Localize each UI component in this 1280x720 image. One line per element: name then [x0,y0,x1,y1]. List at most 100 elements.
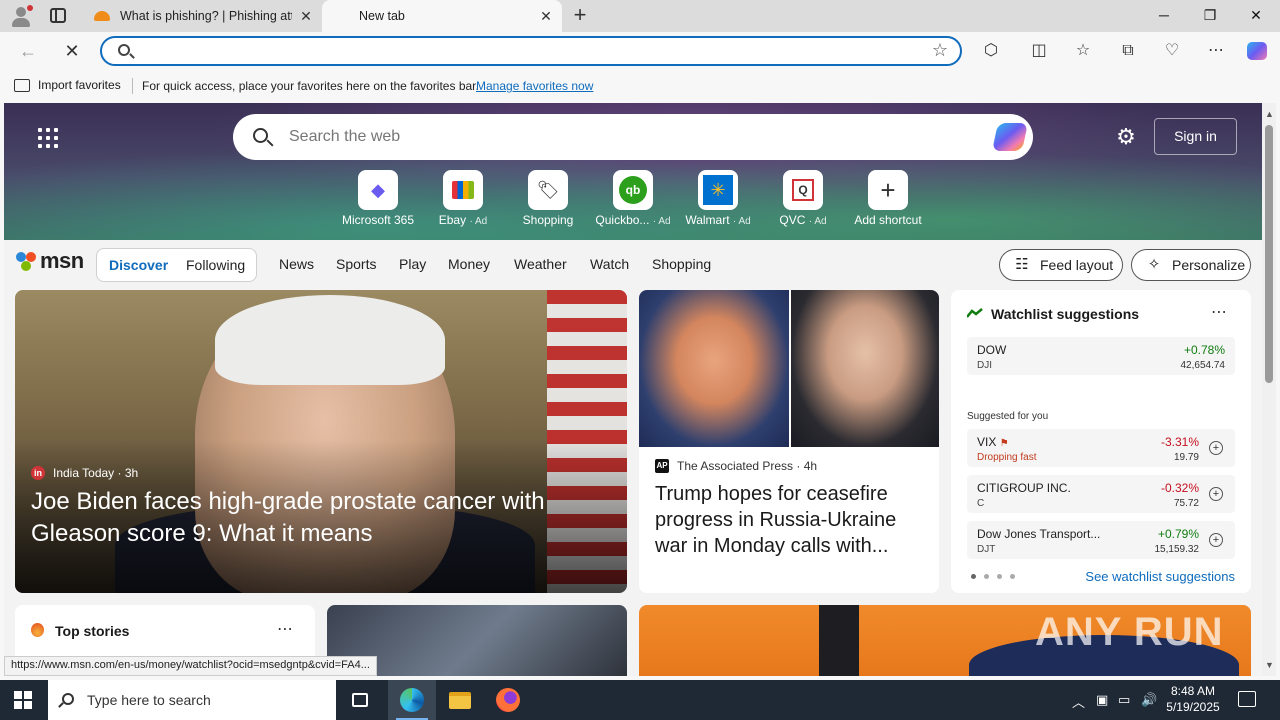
collections-icon[interactable]: ⧉ [1115,39,1141,63]
more-options-icon[interactable]: ⋯ [1211,302,1227,322]
close-window-button[interactable]: ✕ [1233,0,1279,32]
add-to-watchlist-icon[interactable]: + [1209,533,1223,547]
personalize-button[interactable]: ✧ Personalize [1131,249,1251,281]
copilot-icon[interactable] [1244,39,1270,63]
nav-shopping[interactable]: Shopping [652,256,711,272]
favorites-icon[interactable]: ☆ [1070,39,1096,63]
device-icon[interactable]: ▣ [1096,692,1108,708]
fire-flag-icon: ⚑ [999,438,1009,449]
settings-more-icon[interactable]: ⋯ [1203,39,1229,63]
stock-symbol: C [977,498,985,509]
stock-price: 75.72 [1173,498,1199,509]
shortcut-walmart[interactable]: ✳ Walmart · Ad [675,170,761,227]
feed-layout-button[interactable]: ☷ Feed layout [999,249,1123,281]
import-favorites-button[interactable]: Import favorites [14,78,121,92]
stock-name: CITIGROUP INC. [977,481,1071,495]
qvc-icon: Q [783,170,823,210]
msn-butterfly-icon [16,250,38,272]
shortcut-shopping[interactable]: 🏷 Shopping [505,170,591,227]
firefox-icon[interactable] [484,680,532,720]
profile-icon[interactable] [10,5,33,27]
manage-favorites-link[interactable]: Manage favorites now [476,79,593,93]
source-name: India Today [53,466,115,480]
stock-row-citigroup[interactable]: CITIGROUP INC. C -0.32% 75.72 + [967,475,1235,513]
app-launcher-icon[interactable] [38,128,58,148]
scroll-up-arrow-icon[interactable]: ▲ [1265,109,1274,119]
browser-essentials-icon[interactable]: ♡ [1159,39,1185,63]
back-button[interactable]: ← [14,38,42,64]
top-news-card[interactable]: in India Today · 3h Joe Biden faces high… [15,290,627,593]
nav-news[interactable]: News [279,256,314,272]
tab-phishing[interactable]: What is phishing? | Phishing attacks ✕ [84,0,322,32]
shortcut-microsoft-365[interactable]: ◆ Microsoft 365 [335,170,421,227]
new-tab-page: ⚙ Sign in ◆ Microsoft 365 Ebay · Ad 🏷 Sh… [4,103,1262,676]
notifications-icon[interactable] [1238,691,1256,707]
ap-logo-icon: AP [655,459,669,473]
extensions-icon[interactable]: ⬡ [978,39,1004,63]
more-options-icon[interactable]: ⋯ [277,619,293,639]
tab-following[interactable]: Following [186,257,245,273]
shortcut-qvc[interactable]: Q QVC · Ad [760,170,846,227]
nav-money[interactable]: Money [448,256,490,272]
copilot-icon[interactable] [992,123,1028,151]
taskbar-search-box[interactable]: Type here to search [48,680,336,720]
close-tab-icon[interactable]: ✕ [538,8,554,24]
task-view-icon[interactable] [336,680,384,720]
nav-watch[interactable]: Watch [590,256,629,272]
sliders-icon: ☷ [1015,256,1029,273]
volume-icon[interactable]: 🔊 [1141,692,1157,708]
web-search-box[interactable] [233,114,1033,160]
shoe-photo-leg [819,605,859,676]
file-explorer-icon[interactable] [436,680,484,720]
add-to-watchlist-icon[interactable]: + [1209,487,1223,501]
split-screen-icon[interactable]: ◫ [1026,39,1052,63]
article-headline[interactable]: Joe Biden faces high-grade prostate canc… [31,486,591,550]
windows-start-icon[interactable] [14,691,32,709]
restore-button[interactable]: ❐ [1187,0,1233,32]
stock-price: 19.79 [1173,452,1199,463]
nav-weather[interactable]: Weather [514,256,567,272]
shortcut-label: Quickbo... [595,213,650,227]
stock-row-djt[interactable]: Dow Jones Transport... DJT +0.79% 15,159… [967,521,1235,559]
walmart-icon: ✳ [698,170,738,210]
search-icon [62,693,74,705]
news-card-trump[interactable]: AP The Associated Press · 4h Trump hopes… [639,290,939,593]
network-icon[interactable]: ▭ [1118,692,1130,708]
close-tab-icon[interactable]: ✕ [298,8,314,24]
nav-play[interactable]: Play [399,256,426,272]
page-scrollbar[interactable]: ▲ ▼ [1262,103,1276,676]
taskbar-clock[interactable]: 8:48 AM 5/19/2025 [1158,683,1228,715]
shortcut-add[interactable]: + Add shortcut [845,170,931,227]
scroll-thumb[interactable] [1265,125,1273,383]
page-settings-gear-icon[interactable]: ⚙ [1114,125,1138,149]
address-bar[interactable]: ☆ [100,36,962,66]
tab-actions-icon[interactable] [50,8,66,23]
msn-logo[interactable]: msn [16,248,84,274]
stock-change: +0.79% [1157,527,1199,541]
edge-taskbar-icon[interactable] [388,680,436,720]
stock-row-dow[interactable]: DOW DJI +0.78% 42,654.74 [967,337,1235,375]
see-watchlist-link[interactable]: See watchlist suggestions [1085,569,1235,584]
minimize-button[interactable]: ─ [1141,0,1187,32]
scroll-down-arrow-icon[interactable]: ▼ [1265,660,1274,670]
shortcut-label: Walmart [685,213,730,227]
web-search-input[interactable] [289,126,969,148]
new-tab-button[interactable]: + [570,4,590,27]
sign-in-button[interactable]: Sign in [1154,118,1237,155]
article-headline[interactable]: Trump hopes for ceasefire progress in Ru… [655,481,925,559]
tab-discover[interactable]: Discover [109,257,168,273]
favorite-star-icon[interactable]: ☆ [932,40,948,61]
stock-row-vix[interactable]: VIX ⚑ Dropping fast -3.31% 19.79 + [967,429,1235,467]
source-name: The Associated Press [677,459,794,473]
show-hidden-icons-chevron-icon[interactable]: ︿ [1072,692,1085,711]
shortcut-label: Add shortcut [854,213,922,227]
stop-loading-button[interactable]: ✕ [58,38,86,64]
add-to-watchlist-icon[interactable]: + [1209,441,1223,455]
shortcut-quickbooks[interactable]: qb Quickbo... · Ad [590,170,676,227]
shortcut-ebay[interactable]: Ebay · Ad [420,170,506,227]
address-input[interactable] [142,42,902,62]
tab-title: What is phishing? | Phishing attacks [120,9,292,23]
tab-new-tab[interactable]: New tab ✕ [322,0,562,32]
carousel-dots[interactable] [971,574,1015,579]
nav-sports[interactable]: Sports [336,256,376,272]
